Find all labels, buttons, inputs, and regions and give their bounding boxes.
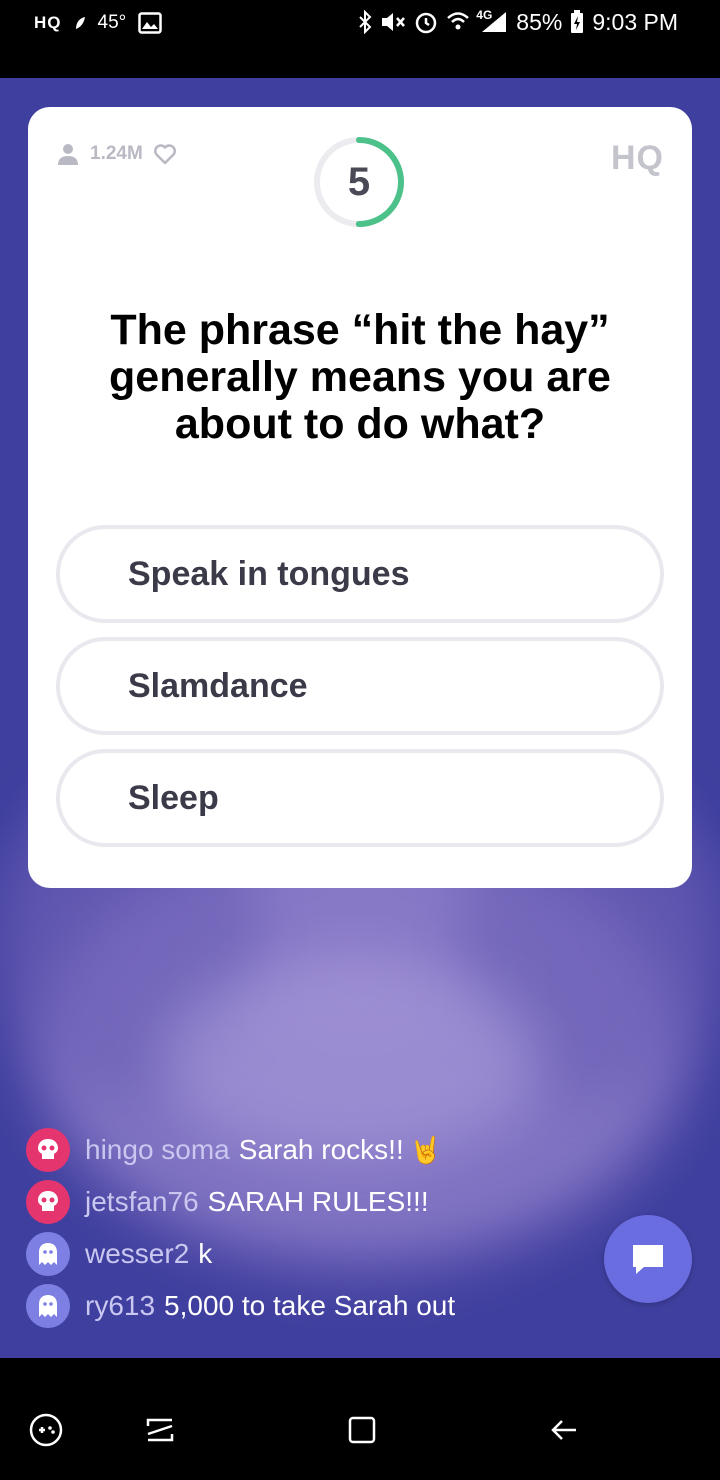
hq-logo: HQ <box>611 139 664 178</box>
home-icon <box>348 1416 376 1444</box>
bluetooth-icon <box>358 10 372 34</box>
system-navigation-bar <box>0 1358 720 1480</box>
status-bar: HQ 45° 4G 85% 9:03 PM <box>0 0 720 78</box>
chat-message: wesser2 k <box>26 1228 455 1280</box>
chat-username: wesser2 <box>85 1238 190 1269</box>
ghost-icon <box>39 1243 57 1265</box>
chat-bubble-icon <box>633 1245 663 1274</box>
hq-logo-text: HQ <box>611 139 664 177</box>
rock-hand-emoji: 🤘 <box>409 1134 443 1165</box>
answer-label: Sleep <box>128 778 219 817</box>
network-label: 4G <box>476 8 493 22</box>
avatar <box>26 1232 70 1276</box>
clock: 9:03 PM <box>592 8 678 35</box>
answer-label: Speak in tongues <box>128 554 410 593</box>
home-button[interactable] <box>342 1410 382 1450</box>
chat-feed: hingo soma Sarah rocks!! 🤘 jetsfan76 SAR… <box>26 1124 455 1332</box>
open-chat-button[interactable] <box>604 1215 692 1303</box>
chat-username: jetsfan76 <box>85 1186 199 1217</box>
battery-percent: 85% <box>516 8 563 35</box>
recents-icon <box>146 1418 174 1442</box>
skull-icon <box>38 1191 58 1211</box>
avatar <box>26 1128 70 1172</box>
temperature-label: 45° <box>97 12 127 33</box>
avatar <box>26 1284 70 1328</box>
answer-option-1[interactable]: Speak in tongues <box>56 525 664 623</box>
gallery-icon <box>138 12 162 34</box>
status-left: HQ 45° <box>34 8 162 38</box>
back-arrow-icon <box>551 1420 576 1440</box>
mute-icon <box>380 10 406 34</box>
viewer-count: 1.24M <box>56 143 177 165</box>
answer-option-3[interactable]: Sleep <box>56 749 664 847</box>
question-text: The phrase “hit the hay” generally means… <box>109 306 611 448</box>
chat-username: ry613 <box>85 1290 156 1321</box>
ghost-icon <box>39 1295 57 1317</box>
leaf-icon <box>74 16 86 30</box>
answer-label: Slamdance <box>128 666 308 705</box>
chat-text: SARAH RULES!!! <box>207 1186 429 1217</box>
avatar <box>26 1180 70 1224</box>
game-launcher-button[interactable] <box>26 1410 66 1450</box>
recent-apps-button[interactable] <box>140 1410 180 1450</box>
question-card: 1.24M 5 HQ The phrase “hit the hay” gene… <box>28 107 692 888</box>
answer-option-2[interactable]: Slamdance <box>56 637 664 735</box>
countdown-timer: 5 <box>312 135 406 229</box>
status-right: 4G 85% 9:03 PM <box>358 6 678 38</box>
chat-message: hingo soma Sarah rocks!! 🤘 <box>26 1124 455 1176</box>
skull-icon <box>38 1139 58 1159</box>
chat-username: hingo soma <box>85 1134 230 1165</box>
chat-message: jetsfan76 SARAH RULES!!! <box>26 1176 455 1228</box>
viewer-count-label: 1.24M <box>90 143 143 164</box>
back-button[interactable] <box>544 1410 584 1450</box>
alarm-icon <box>414 10 438 34</box>
chat-text: k <box>198 1238 213 1269</box>
game-tools-icon <box>29 1413 63 1447</box>
timer-value: 5 <box>347 159 371 204</box>
person-icon <box>56 143 80 165</box>
wifi-icon <box>446 11 470 33</box>
heart-icon[interactable] <box>153 143 177 165</box>
signal-icon: 4G <box>476 8 508 34</box>
hq-notification-icon: HQ <box>34 13 62 32</box>
battery-icon <box>570 10 584 34</box>
chat-message: ry613 5,000 to take Sarah out <box>26 1280 455 1332</box>
chat-text: Sarah rocks!! <box>238 1134 404 1165</box>
chat-text: 5,000 to take Sarah out <box>164 1290 456 1321</box>
